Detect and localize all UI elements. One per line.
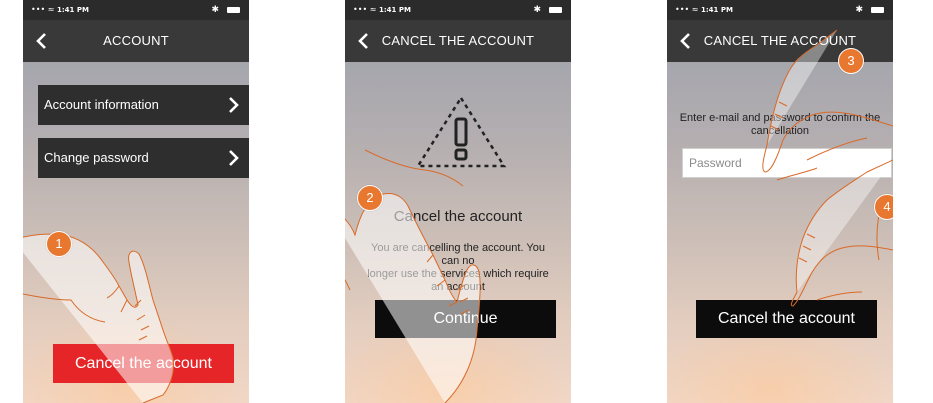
step-badge: 4 [874,194,893,220]
phone-screen-cancel-confirm: ••• ≈ 1:41 PM ✱ CANCEL THE ACCOUNT Cance… [345,0,571,403]
page-title: CANCEL THE ACCOUNT [381,33,535,48]
step-badge: 1 [46,231,72,257]
cancel-account-button[interactable]: Cancel the account [696,300,877,338]
signal-wifi-icon: ••• ≈ [675,5,699,14]
menu-item-label: Account information [44,97,159,112]
dialog-message-line: You are cancelling the account. You can … [371,242,545,267]
menu-item-account-information[interactable]: Account information [38,85,249,125]
chevron-right-icon [229,97,239,113]
menu-item-label: Change password [44,150,149,165]
chevron-right-icon [229,150,239,166]
dialog-heading: Cancel the account [393,208,523,225]
nav-bar: ACCOUNT [23,20,249,62]
status-bar: ••• ≈ 1:41 PM ✱ [23,0,249,20]
step-badge: 2 [357,185,383,211]
menu-item-change-password[interactable]: Change password [38,138,249,178]
nav-bar: CANCEL THE ACCOUNT [345,20,571,62]
status-time: 1:41 PM [379,6,411,14]
battery-icon [549,7,562,13]
status-time: 1:41 PM [57,6,89,14]
continue-button[interactable]: Continue [375,300,556,338]
instructions-line: cancellation [750,125,810,137]
phone-screen-account: ••• ≈ 1:41 PM ✱ ACCOUNT Account informat… [23,0,249,403]
cancel-account-button[interactable]: Cancel the account [53,344,234,383]
step-badge: 3 [838,48,864,74]
instructions-text: Enter e-mail and password to confirm the… [677,112,883,138]
password-input[interactable] [683,149,879,177]
battery-icon [227,7,240,13]
password-field[interactable] [682,148,892,178]
status-bar: ••• ≈ 1:41 PM ✱ [667,0,893,20]
signal-wifi-icon: ••• ≈ [353,5,377,14]
bluetooth-icon: ✱ [533,5,541,15]
bluetooth-icon: ✱ [855,5,863,15]
page-title: ACCOUNT [103,33,169,48]
bluetooth-icon: ✱ [211,5,219,15]
instructions-line: Enter e-mail and password to confirm the [679,112,881,124]
dialog-message-line: longer use the services which require [367,268,549,280]
dialog-message: You are cancelling the account. You can … [363,242,553,294]
signal-wifi-icon: ••• ≈ [31,5,55,14]
battery-icon [871,7,884,13]
phone-screen-cancel-credentials: ••• ≈ 1:41 PM ✱ CANCEL THE ACCOUNT Enter… [667,0,893,403]
warning-triangle-icon [415,95,507,168]
status-bar: ••• ≈ 1:41 PM ✱ [345,0,571,20]
dialog-message-line: an account [431,281,485,293]
status-time: 1:41 PM [701,6,733,14]
